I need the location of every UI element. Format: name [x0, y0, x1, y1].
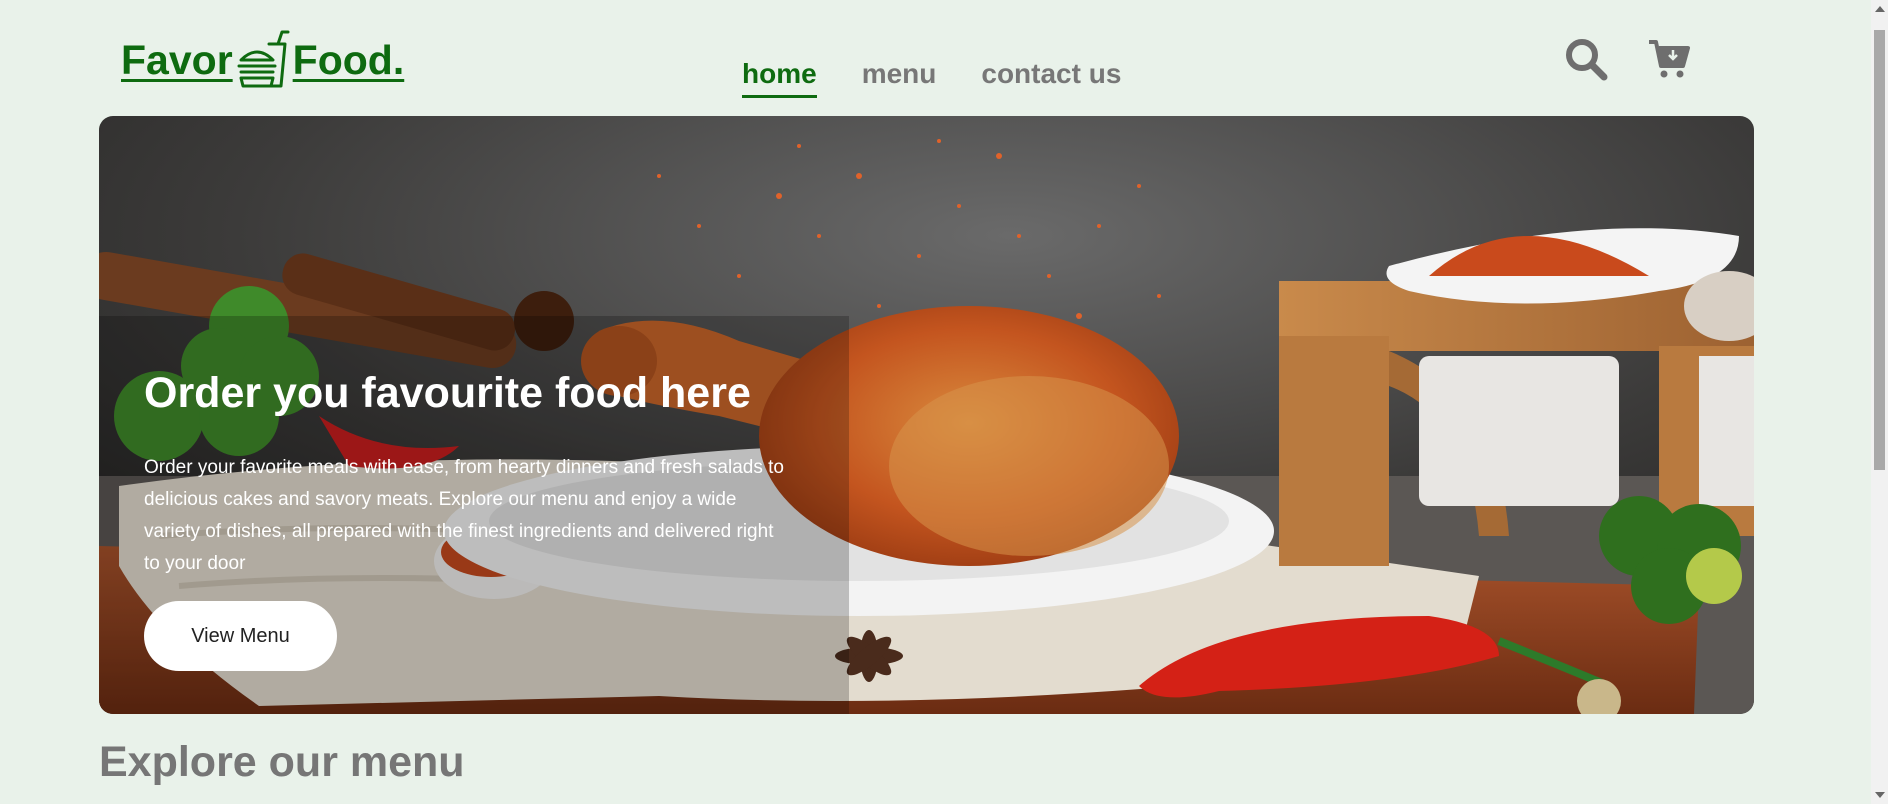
search-icon[interactable] [1563, 36, 1609, 82]
nav-item-home[interactable]: home [742, 58, 817, 98]
burger-drink-icon [237, 30, 290, 88]
hero-banner: Order you favourite food here Order your… [99, 116, 1754, 714]
logo[interactable]: Favor Food. [121, 30, 404, 90]
main-nav: home menu contact us [742, 58, 1166, 98]
logo-text-part2: Food. [292, 36, 405, 83]
hero-title: Order you favourite food here [144, 369, 751, 417]
page-scrollbar[interactable] [1871, 0, 1888, 804]
nav-item-menu[interactable]: menu [862, 58, 937, 98]
nav-item-contact-us[interactable]: contact us [981, 58, 1121, 98]
scroll-down-icon[interactable] [1875, 792, 1885, 798]
scroll-up-icon[interactable] [1875, 6, 1885, 12]
scrollbar-thumb[interactable] [1874, 30, 1885, 470]
cart-icon[interactable] [1646, 36, 1692, 82]
explore-menu-title: Explore our menu [99, 738, 465, 786]
hero-description: Order your favorite meals with ease, fro… [144, 457, 784, 574]
view-menu-button[interactable]: View Menu [144, 601, 337, 671]
logo-text-part1: Favor [121, 36, 233, 83]
